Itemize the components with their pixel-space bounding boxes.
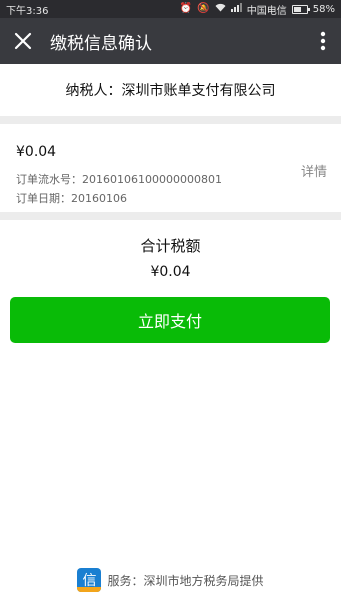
summary-section: 合计税额 ¥0.04 立即支付 — [0, 220, 341, 605]
order-amount: ¥0.04 — [16, 144, 57, 160]
pay-now-button[interactable]: 立即支付 — [10, 297, 330, 343]
close-button[interactable] — [0, 18, 46, 64]
divider — [0, 116, 341, 124]
total-tax-label: 合计税额 — [140, 237, 201, 255]
order-serial: 订单流水号：20160106100000000801 — [16, 173, 222, 186]
alarm-icon: ⏰ — [179, 3, 193, 14]
signal-icon — [230, 3, 242, 15]
taxpayer-section: 纳税人：深圳市账单支付有限公司 — [0, 64, 341, 116]
order-card[interactable]: ¥0.04 订单流水号：20160106100000000801 订单日期：20… — [0, 124, 341, 212]
logo-stripe — [77, 587, 102, 592]
status-carrier: 中国电信 — [246, 5, 287, 17]
service-provider-text: 服务：深圳市地方税务局提供 — [107, 573, 264, 588]
detail-link[interactable]: 详情 — [301, 161, 327, 180]
page-title: 缴税信息确认 — [50, 33, 152, 54]
mute-icon: 🔕 — [197, 3, 210, 14]
status-bar: 下午3:36 ⏰ 🔕 中国电信 58% — [0, 0, 341, 18]
status-time: 下午3:36 — [6, 5, 49, 17]
more-button[interactable] — [305, 18, 341, 64]
taxpayer-name: 纳税人：深圳市账单支付有限公司 — [65, 83, 276, 99]
more-vertical-icon — [320, 31, 326, 51]
status-icons: ⏰ 🔕 中国电信 58% — [180, 2, 335, 17]
nav-bar: 缴税信息确认 — [0, 18, 341, 64]
battery-icon — [291, 4, 310, 14]
order-date: 订单日期：20160106 — [16, 192, 127, 205]
wifi-icon — [215, 3, 226, 15]
tax-bureau-logo-icon: 信 — [77, 568, 102, 592]
service-footer: 信 服务：深圳市地方税务局提供 — [0, 565, 341, 595]
total-tax-amount: ¥0.04 — [150, 264, 191, 280]
battery-fill — [293, 6, 301, 12]
close-icon — [14, 32, 32, 50]
divider — [0, 212, 341, 220]
status-battery: 58% — [312, 3, 335, 15]
